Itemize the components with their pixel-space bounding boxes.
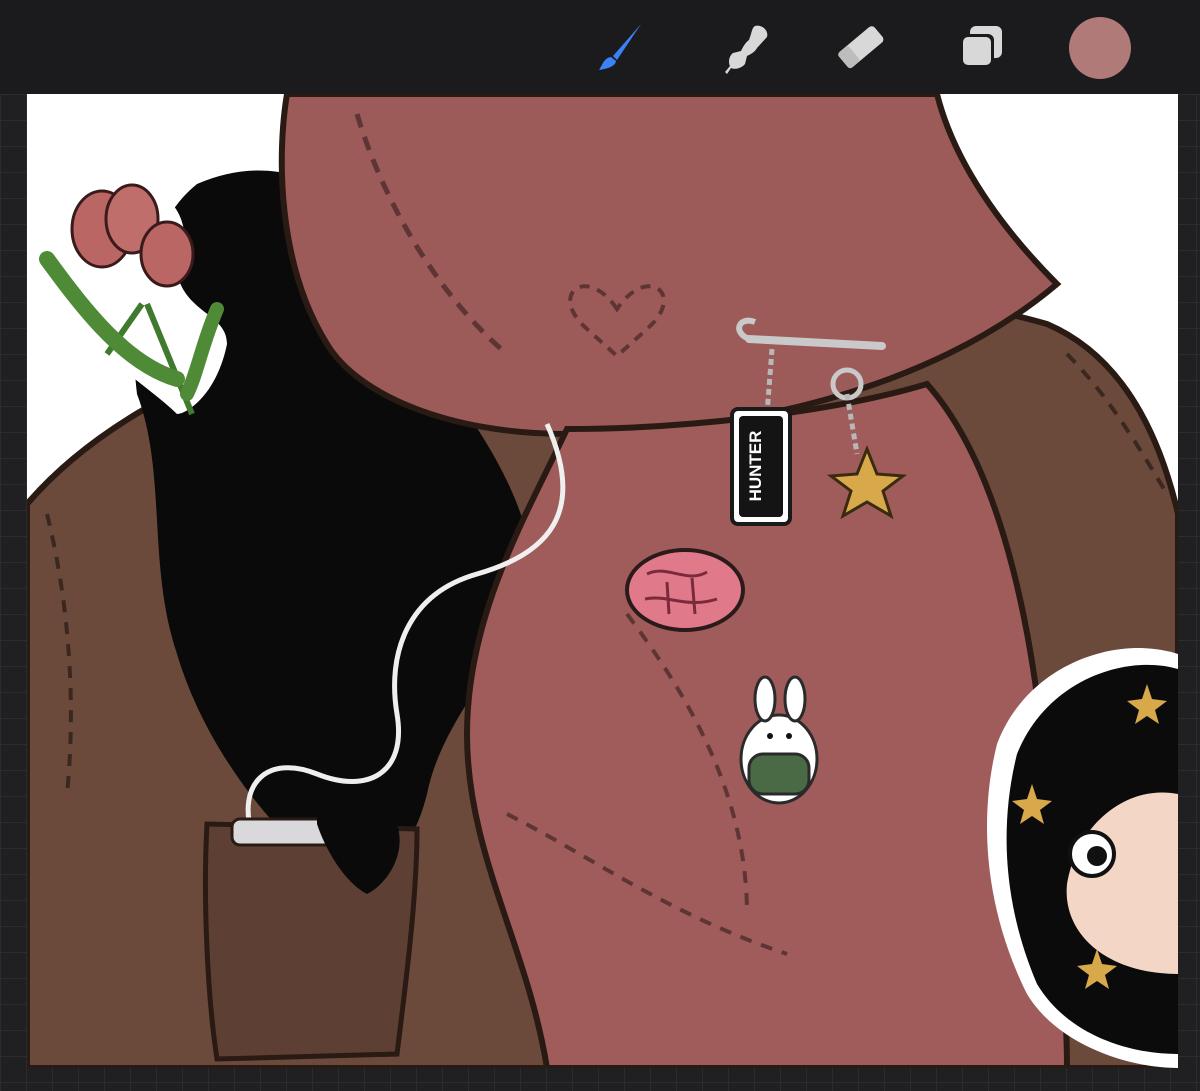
color-picker-swatch[interactable]: [1069, 17, 1131, 79]
artwork-illustration: HUNTER: [27, 94, 1178, 1068]
layers-icon: [960, 26, 1002, 68]
smudge-tool[interactable]: [717, 18, 775, 76]
eraser-tool[interactable]: [832, 18, 890, 76]
brain-pin: [625, 548, 745, 632]
top-toolbar: [0, 0, 1200, 94]
smudge-icon: [725, 25, 768, 74]
drawing-canvas[interactable]: HUNTER: [27, 94, 1178, 1068]
eraser-icon: [838, 26, 884, 69]
brush-tool[interactable]: [591, 18, 649, 76]
layers-tool[interactable]: [952, 18, 1010, 76]
keychain-text: HUNTER: [746, 431, 765, 502]
brush-icon: [599, 24, 641, 70]
hunter-keychain: HUNTER: [730, 407, 792, 526]
